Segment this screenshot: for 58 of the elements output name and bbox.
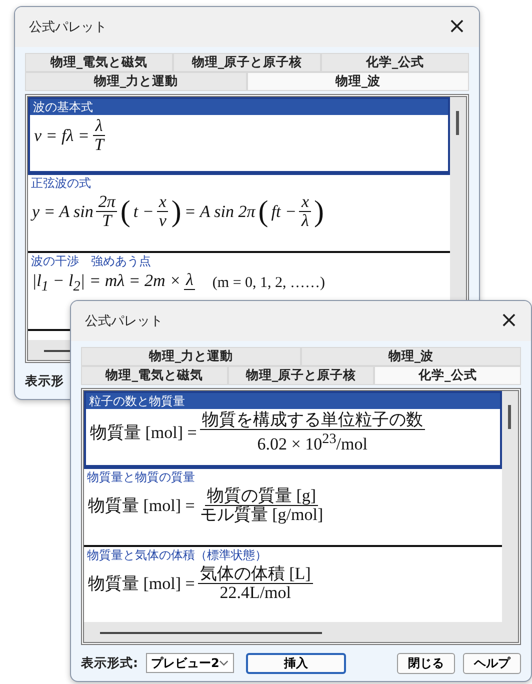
formula-title: 波の干渉 強めあう点 [30,253,152,269]
numerator: x [156,193,168,212]
parenthesis: ( [258,194,268,228]
denominator: 6.02 × 10$^{23}$/mol [256,430,368,454]
display-format-dropdown[interactable]: プレビュー2 [146,653,234,673]
formula-text: t − [133,202,154,222]
numerator: λ [93,117,105,136]
formula-text: v = fλ = [34,126,90,146]
horizontal-scrollbar[interactable] [84,622,518,642]
numerator: 2π [96,193,118,212]
numerator: 物質の質量 [g] [204,487,318,506]
numerator: x [299,193,311,212]
denominator: モル質量 [g/mol] [198,506,324,524]
display-format-label: 表示形 [25,372,64,390]
dialog-button[interactable]: ヘルプ [463,652,521,674]
formula-condition: (m = 0, 1, 2, ……) [212,274,326,292]
tab[interactable]: 物理_原子と原子核 [173,53,321,72]
parenthesis: ( [120,194,130,228]
close-button[interactable]: × [441,13,473,41]
formula-text: ft − [271,202,296,222]
denominator: T [93,136,106,154]
tab[interactable]: 物理_電気と磁気 [81,366,228,385]
tab[interactable]: 物理_力と運動 [25,72,247,91]
formula-title: 波の基本式 [30,99,448,115]
formula-title: 物質量と物質の質量 [86,469,196,485]
window-title: 公式パレット [85,313,163,330]
formula-text: 物質量 [mol] = [90,422,197,444]
numerator: 物質を構成する単位粒子の数 [200,411,425,430]
window-title: 公式パレット [29,19,107,36]
vertical-scrollbar[interactable] [502,391,518,622]
numerator: λ [184,271,196,290]
caret-icon [219,660,229,666]
tab[interactable]: 物理_波 [247,72,469,91]
dialog-button[interactable]: 閉じる [397,652,455,674]
tab[interactable]: 物理_電気と磁気 [25,53,173,72]
formula-title: 物質量と気体の体積（標準状態） [86,547,268,563]
formula-text: = A sin 2π [184,202,256,222]
numerator: 気体の体積 [L] [198,565,313,584]
tab[interactable]: 物理_波 [301,347,521,366]
tab[interactable]: 物理_力と運動 [81,347,301,366]
formula-text: 物質量 [mol] = [88,573,195,595]
tab[interactable]: 化学_公式 [374,366,522,385]
dialog-button[interactable]: 挿入 [246,652,346,674]
formula-title: 粒子の数と物質量 [86,393,500,409]
denominator: v [158,212,168,230]
denominator: λ [300,212,310,230]
formula-text: y = A sin [32,202,94,222]
tab[interactable]: 化学_公式 [321,53,469,72]
parenthesis: ) [171,194,182,228]
parenthesis: ) [314,194,324,228]
tab[interactable]: 物理_原子と原子核 [228,366,374,385]
denominator: 22.4L/mol [218,584,292,602]
close-button[interactable]: × [493,307,525,335]
display-format-label: 表示形式: [81,654,138,672]
formula-text: 物質量 [mol] = [88,495,195,517]
formula-title: 正弦波の式 [30,175,92,191]
denominator: T [101,212,114,230]
formula-text: |l$_{1}$ − l$_{2}$| = mλ = 2m × [32,271,182,296]
